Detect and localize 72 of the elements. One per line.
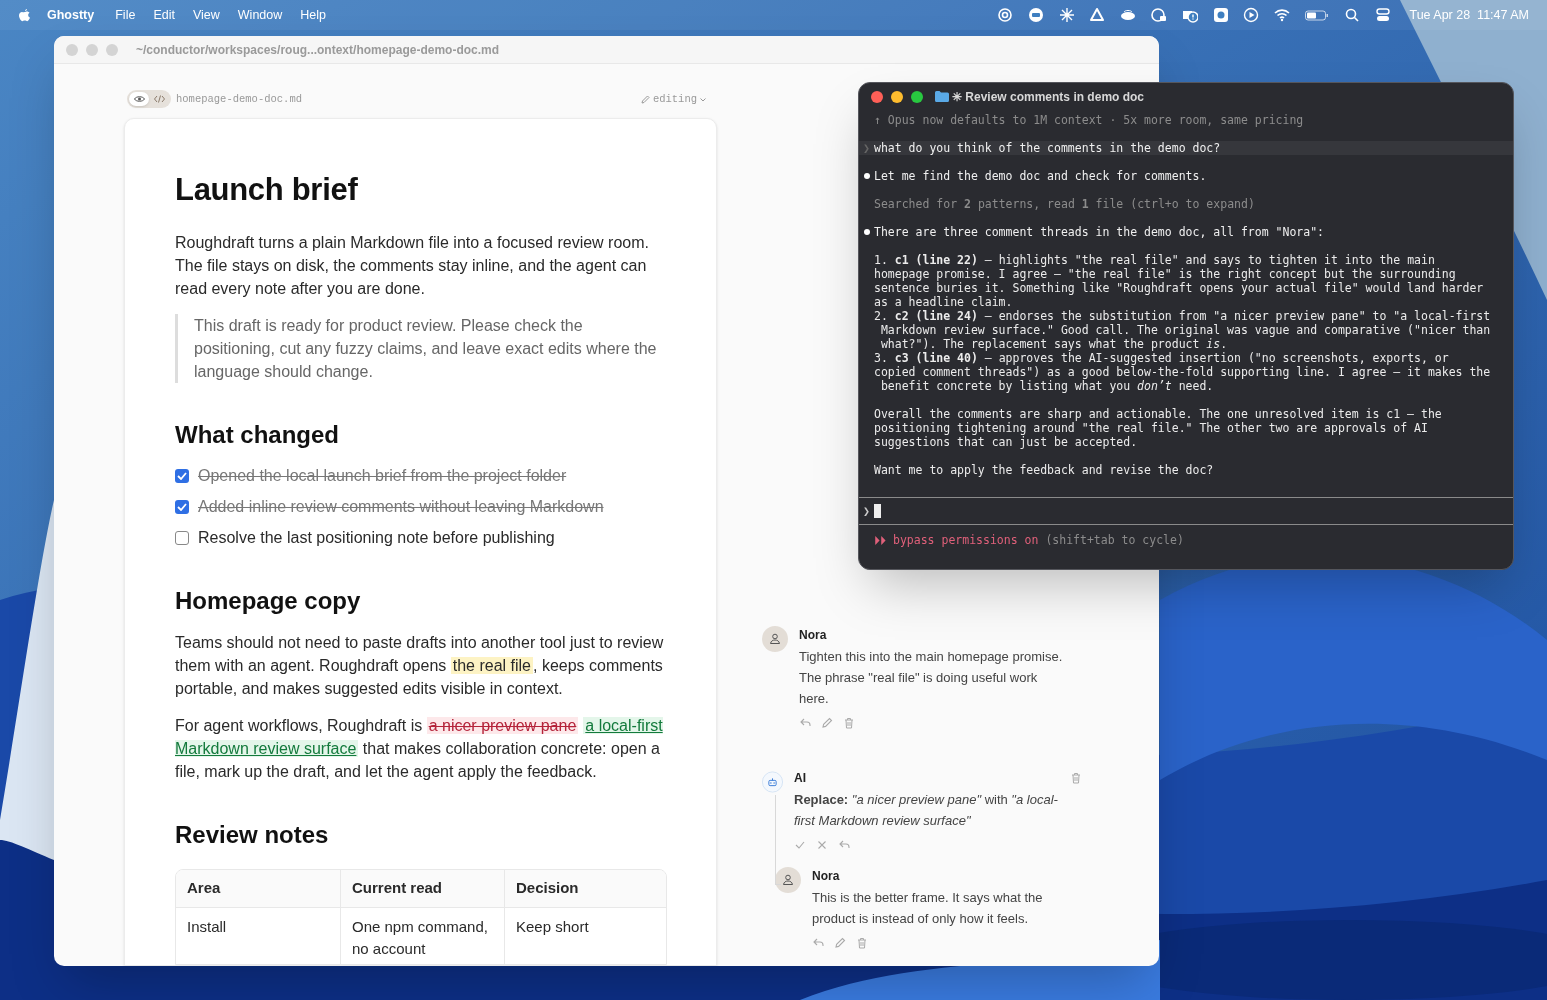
paragraph: Roughdraft turns a plain Markdown file into a focused review room. The file stays on disk, the comments stay inline, and the agent can read every note after you are done. [175, 233, 650, 299]
prompt-marker: ❯ [862, 141, 871, 155]
column-header: Current read [340, 870, 504, 908]
play-circle-icon[interactable] [1243, 7, 1260, 23]
comment-text: This is the better frame. It says what the product is instead of only how it feels. [812, 889, 1044, 928]
triangle-icon[interactable] [1089, 7, 1106, 23]
task-label: Resolve the last positioning note before publishing [198, 528, 555, 548]
section-heading: What changed [175, 420, 340, 450]
comment-text: Tighten this into the main homepage promise. The phrase "real file" is doing useful work here. [799, 648, 1064, 708]
menu-item[interactable]: Help [300, 5, 326, 25]
mode-status[interactable]: bypass permissions on [893, 533, 1039, 547]
preview-mode-tab[interactable] [129, 91, 149, 106]
section-heading: Review notes [175, 820, 330, 850]
table-cell: One npm command, no account [340, 908, 504, 964]
pencil-icon [640, 95, 650, 105]
mode-hint: (shift+tab to cycle) [1045, 533, 1184, 547]
comment-author: Nora [812, 868, 840, 885]
menu-item[interactable]: View [192, 5, 220, 25]
terminal-text: There are three comment threads in the demo doc, all from "Nora": [874, 225, 1325, 239]
table-cell: Keep short [504, 908, 666, 964]
terminal-text: Let me find the demo doc and check for comments. [874, 169, 1207, 183]
terminal-text: 1. c1 (line 22) — highlights "the real file" and says to tighten it into the main homepage promise. I agree — "the real file" is the right concept but the surrounding sentence buries it. Something like "Roughdraft opens your actual file" would land harder as a headline claim. 2. c2 (line 24) — endorses the substitution from "a nicer preview pane" to "a local-first Markdown review surface." Good call. The original was vague and comparative ("nicer than what?"). The replacement says what the product is. 3. c3 (line 40) — approves the AI-suggested insertion ("no screenshots, exports, or copied comment threads") as a good below-the-fold supporting line. I agree — it makes the benefit concrete by listing what you don’t need. [874, 253, 1491, 393]
eye-icon[interactable] [133, 94, 145, 103]
code-icon[interactable] [153, 94, 165, 103]
window-control[interactable] [911, 90, 923, 103]
battery-icon[interactable] [1305, 7, 1330, 23]
terminal-text: what do you think of the comments in the demo doc? [874, 141, 1221, 155]
checkbox[interactable] [175, 531, 189, 545]
folder-icon [935, 91, 949, 102]
paragraph: For agent workflows, Roughdraft is a nicer preview pane a local-first Markdown review surface that makes collaboration concrete: open a file, mark up the draft, and let the agent apply the feedback. [175, 716, 664, 782]
terminal-text: Overall the comments are sharp and actionable. The one unresolved item is c1 — the positioning tightening around "the real file." The other two are approvals of AI suggestions that can just be accepted. [874, 407, 1442, 449]
input-prompt-marker: ❯ [862, 504, 871, 518]
terminal-text: Want me to apply the feedback and revise the doc? [874, 463, 1214, 477]
lock-badge-icon[interactable] [1151, 7, 1168, 23]
mode-marker: ⏵⏵ [874, 533, 886, 547]
task-label: Opened the local launch brief from the project folder [198, 466, 567, 486]
person-avatar-icon [762, 626, 788, 652]
apple-logo-icon[interactable] [18, 7, 31, 23]
menu-item[interactable]: Edit [153, 5, 175, 25]
table-cell-text: Install [186, 917, 228, 937]
task-label: Added inline review comments without leaving Markdown [198, 497, 604, 517]
window-title: ✳ Review comments in demo doc [952, 88, 1145, 106]
column-header: Decision [504, 870, 666, 908]
window-control[interactable] [871, 90, 883, 103]
column-header: Area [176, 870, 340, 908]
chevron-down-icon [700, 97, 706, 102]
window-control[interactable] [891, 90, 903, 103]
window-title: ~/conductor/workspaces/roug...ontext/homepage-demo-doc.md [136, 41, 500, 59]
paragraph: Teams should not need to paste drafts into another tool just to review them with an agent. Roughdraft opens the real file, keeps comments portable, and makes suggested edits visible in context. [175, 633, 665, 699]
terminal-text: Searched for 2 patterns, read 1 file (ctrl+o to expand) [874, 197, 1255, 211]
checkbox[interactable] [175, 469, 189, 483]
block-quote: This draft is ready for product review. Please check the positioning, cut any fuzzy claims, and leave exact edits where the language should change. [175, 314, 666, 383]
search-icon[interactable] [1344, 7, 1361, 23]
comment-text: Replace: "a nicer preview pane" with "a local-first Markdown review surface" [794, 791, 1059, 830]
editing-mode-button[interactable]: editing [640, 91, 706, 108]
comment-author: AI [794, 770, 806, 787]
checkbox[interactable] [175, 500, 189, 514]
sparkle-icon[interactable] [1059, 7, 1076, 23]
document-title: Launch brief [175, 170, 359, 209]
menu-item[interactable]: File [115, 5, 136, 25]
app-menu[interactable]: Ghostty [47, 5, 95, 25]
input-cursor[interactable] [874, 504, 881, 518]
robot-avatar-icon [762, 769, 783, 795]
clock[interactable]: Tue Apr 28 11:47 AM [1409, 5, 1529, 25]
comment-author: Nora [799, 627, 827, 644]
section-heading: Homepage copy [175, 586, 362, 616]
check-icon[interactable] [794, 839, 806, 851]
terminal-text: ↑ Opus now defaults to 1M context · 5x more room, same pricing [874, 113, 1304, 127]
toggles-icon[interactable] [1375, 7, 1392, 23]
wifi-icon[interactable] [1274, 7, 1291, 23]
file-name: homepage-demo-doc.md [176, 91, 303, 107]
menu-item[interactable]: Window [237, 5, 283, 25]
